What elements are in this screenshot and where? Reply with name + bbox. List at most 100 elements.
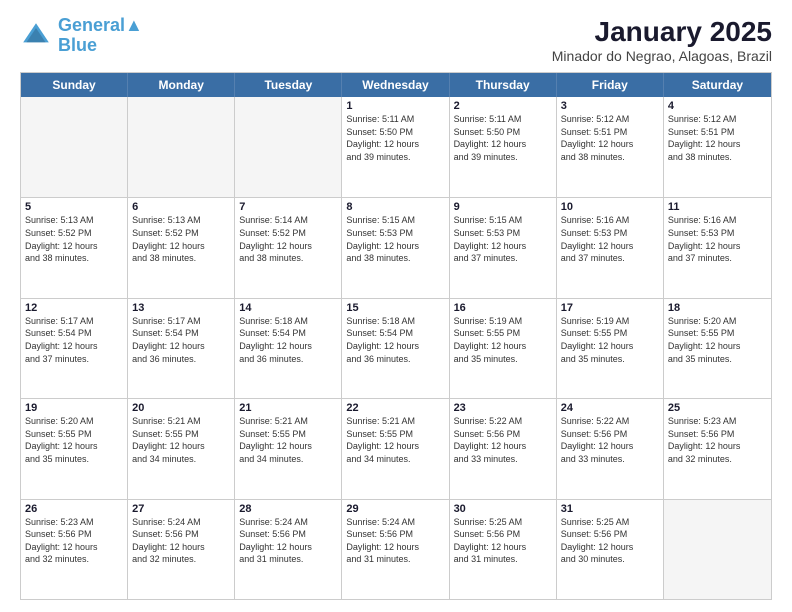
day-info: Sunrise: 5:18 AM Sunset: 5:54 PM Dayligh… [346,315,444,365]
day-number: 13 [132,302,230,314]
location-subtitle: Minador do Negrao, Alagoas, Brazil [552,48,772,64]
day-info: Sunrise: 5:24 AM Sunset: 5:56 PM Dayligh… [346,516,444,566]
day-cell: 13Sunrise: 5:17 AM Sunset: 5:54 PM Dayli… [128,299,235,398]
day-cell: 10Sunrise: 5:16 AM Sunset: 5:53 PM Dayli… [557,198,664,297]
day-cell: 6Sunrise: 5:13 AM Sunset: 5:52 PM Daylig… [128,198,235,297]
week-row-2: 12 Sunrise: 5:17 AM Sunset: 5:54 PM Dayli… [21,298,771,398]
day-number: 15 [346,302,444,314]
day-number: 9 [454,201,552,213]
day-cell [235,97,342,197]
day-headers: SundayMondayTuesdayWednesdayThursdayFrid… [21,73,771,97]
day-info: Sunrise: 5:14 AM Sunset: 5:52 PM Dayligh… [239,214,337,264]
day-header-wednesday: Wednesday [342,73,449,97]
day-number: 18 [668,302,767,314]
day-cell: 5Sunrise: 5:13 AM Sunset: 5:52 PM Daylig… [21,198,128,297]
day-cell: 9Sunrise: 5:15 AM Sunset: 5:53 PM Daylig… [450,198,557,297]
day-number: 12 [25,302,123,314]
day-info: Sunrise: 5:21 AM Sunset: 5:55 PM Dayligh… [239,415,337,465]
day-number: 8 [346,201,444,213]
day-info: Sunrise: 5:13 AM Sunset: 5:52 PM Dayligh… [25,214,123,264]
day-number: 28 [239,503,337,515]
day-info: Sunrise: 5:19 AM Sunset: 5:55 PM Dayligh… [454,315,552,365]
day-cell: 3Sunrise: 5:12 AM Sunset: 5:51 PM Daylig… [557,97,664,197]
day-number: 4 [668,100,767,112]
day-cell: 18Sunrise: 5:20 AM Sunset: 5:55 PM Dayli… [664,299,771,398]
day-info: Sunrise: 5:23 AM Sunset: 5:56 PM Dayligh… [668,415,767,465]
day-number: 31 [561,503,659,515]
day-cell: 11Sunrise: 5:16 AM Sunset: 5:53 PM Dayli… [664,198,771,297]
day-cell: 23Sunrise: 5:22 AM Sunset: 5:56 PM Dayli… [450,399,557,498]
week-row-0: 1Sunrise: 5:11 AM Sunset: 5:50 PM Daylig… [21,97,771,197]
day-header-tuesday: Tuesday [235,73,342,97]
day-cell: 20Sunrise: 5:21 AM Sunset: 5:55 PM Dayli… [128,399,235,498]
day-info: Sunrise: 5:16 AM Sunset: 5:53 PM Dayligh… [668,214,767,264]
day-number: 24 [561,402,659,414]
day-info: Sunrise: 5:11 AM Sunset: 5:50 PM Dayligh… [454,113,552,163]
day-info: Sunrise: 5:13 AM Sunset: 5:52 PM Dayligh… [132,214,230,264]
day-number: 22 [346,402,444,414]
day-info: Sunrise: 5:23 AM Sunset: 5:56 PM Dayligh… [25,516,123,566]
day-number: 3 [561,100,659,112]
day-number: 17 [561,302,659,314]
day-cell: 29Sunrise: 5:24 AM Sunset: 5:56 PM Dayli… [342,500,449,599]
day-cell: 15Sunrise: 5:18 AM Sunset: 5:54 PM Dayli… [342,299,449,398]
day-info: Sunrise: 5:17 AM Sunset: 5:54 PM Dayligh… [132,315,230,365]
day-number: 1 [346,100,444,112]
day-number: 29 [346,503,444,515]
day-header-sunday: Sunday [21,73,128,97]
day-cell: 31Sunrise: 5:25 AM Sunset: 5:56 PM Dayli… [557,500,664,599]
day-header-friday: Friday [557,73,664,97]
week-row-4: 26Sunrise: 5:23 AM Sunset: 5:56 PM Dayli… [21,499,771,599]
day-cell: 4Sunrise: 5:12 AM Sunset: 5:51 PM Daylig… [664,97,771,197]
day-cell: 19Sunrise: 5:20 AM Sunset: 5:55 PM Dayli… [21,399,128,498]
day-info: Sunrise: 5:21 AM Sunset: 5:55 PM Dayligh… [132,415,230,465]
day-cell: 25Sunrise: 5:23 AM Sunset: 5:56 PM Dayli… [664,399,771,498]
day-number: 25 [668,402,767,414]
day-number: 10 [561,201,659,213]
day-number: 27 [132,503,230,515]
day-cell [128,97,235,197]
day-cell: 26Sunrise: 5:23 AM Sunset: 5:56 PM Dayli… [21,500,128,599]
day-number: 21 [239,402,337,414]
day-info: Sunrise: 5:24 AM Sunset: 5:56 PM Dayligh… [132,516,230,566]
header: General▲ Blue January 2025 Minador do Ne… [20,16,772,64]
month-title: January 2025 [552,16,772,48]
day-info: Sunrise: 5:20 AM Sunset: 5:55 PM Dayligh… [25,415,123,465]
week-row-3: 19Sunrise: 5:20 AM Sunset: 5:55 PM Dayli… [21,398,771,498]
day-info: Sunrise: 5:16 AM Sunset: 5:53 PM Dayligh… [561,214,659,264]
calendar-body: 1Sunrise: 5:11 AM Sunset: 5:50 PM Daylig… [21,97,771,599]
day-number: 23 [454,402,552,414]
day-number: 5 [25,201,123,213]
day-cell: 7Sunrise: 5:14 AM Sunset: 5:52 PM Daylig… [235,198,342,297]
day-number: 20 [132,402,230,414]
day-info: Sunrise: 5:18 AM Sunset: 5:54 PM Dayligh… [239,315,337,365]
day-cell: 30Sunrise: 5:25 AM Sunset: 5:56 PM Dayli… [450,500,557,599]
day-number: 6 [132,201,230,213]
day-info: Sunrise: 5:21 AM Sunset: 5:55 PM Dayligh… [346,415,444,465]
day-header-monday: Monday [128,73,235,97]
calendar: SundayMondayTuesdayWednesdayThursdayFrid… [20,72,772,600]
title-area: January 2025 Minador do Negrao, Alagoas,… [552,16,772,64]
day-cell: 17Sunrise: 5:19 AM Sunset: 5:55 PM Dayli… [557,299,664,398]
day-cell [664,500,771,599]
week-row-1: 5Sunrise: 5:13 AM Sunset: 5:52 PM Daylig… [21,197,771,297]
day-info: Sunrise: 5:15 AM Sunset: 5:53 PM Dayligh… [454,214,552,264]
day-cell: 28Sunrise: 5:24 AM Sunset: 5:56 PM Dayli… [235,500,342,599]
day-number: 7 [239,201,337,213]
day-number: 19 [25,402,123,414]
day-info: Sunrise: 5:12 AM Sunset: 5:51 PM Dayligh… [561,113,659,163]
day-number: 30 [454,503,552,515]
day-number: 14 [239,302,337,314]
day-cell: 12Sunrise: 5:17 AM Sunset: 5:54 PM Dayli… [21,299,128,398]
day-info: Sunrise: 5:11 AM Sunset: 5:50 PM Dayligh… [346,113,444,163]
day-info: Sunrise: 5:25 AM Sunset: 5:56 PM Dayligh… [561,516,659,566]
day-number: 11 [668,201,767,213]
day-cell: 8Sunrise: 5:15 AM Sunset: 5:53 PM Daylig… [342,198,449,297]
day-cell: 16Sunrise: 5:19 AM Sunset: 5:55 PM Dayli… [450,299,557,398]
day-cell: 22Sunrise: 5:21 AM Sunset: 5:55 PM Dayli… [342,399,449,498]
day-info: Sunrise: 5:24 AM Sunset: 5:56 PM Dayligh… [239,516,337,566]
day-info: Sunrise: 5:15 AM Sunset: 5:53 PM Dayligh… [346,214,444,264]
day-cell: 24Sunrise: 5:22 AM Sunset: 5:56 PM Dayli… [557,399,664,498]
day-number: 2 [454,100,552,112]
day-cell: 27Sunrise: 5:24 AM Sunset: 5:56 PM Dayli… [128,500,235,599]
